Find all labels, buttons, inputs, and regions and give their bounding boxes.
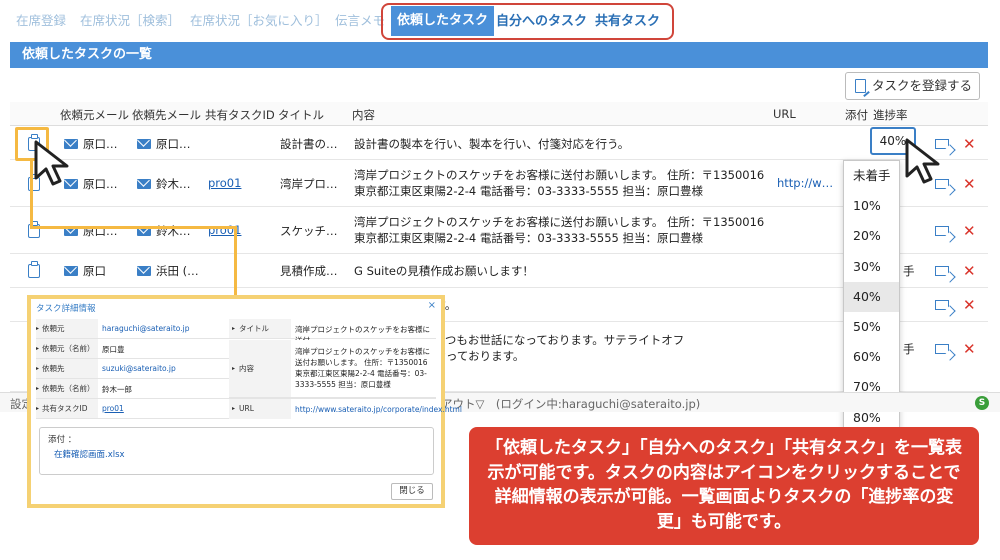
delete-icon[interactable]: ✕ xyxy=(963,298,976,313)
progress-option-selected[interactable]: 40% xyxy=(844,281,899,312)
table-row: 原口… 鈴木… pro01 スケッチ… 湾岸プロジェクトのスケッチをお客様に送付… xyxy=(10,207,988,254)
detail-label: 依頼元（名前） xyxy=(36,339,98,358)
progress-cell[interactable]: 手 xyxy=(903,263,915,279)
task-detail-dialog: タスク詳細情報 × 依頼元 haraguchi@sateraito.jp タイト… xyxy=(27,295,462,508)
connector-line xyxy=(30,226,237,229)
task-detail-icon[interactable] xyxy=(28,261,40,278)
detail-value: suzuki@sateraito.jp xyxy=(102,364,176,373)
detail-row: 依頼元 haraguchi@sateraito.jp タイトル 湾岸プロジェクト… xyxy=(36,319,436,345)
mail-icon[interactable] xyxy=(137,179,151,189)
progress-option[interactable]: 50% xyxy=(844,312,899,342)
progress-option[interactable]: 10% xyxy=(844,191,899,221)
detail-grid: 依頼元 haraguchi@sateraito.jp タイトル 湾岸プロジェクト… xyxy=(36,319,462,419)
progress-dropdown: 未着手 10% 20% 30% 40% 50% 60% 70% 80% xyxy=(843,160,900,430)
col-from-mail[interactable]: 依頼元メール xyxy=(60,107,129,123)
detail-label: 依頼元 xyxy=(36,319,98,338)
content-cell: 湾岸プロジェクトのスケッチをお客様に送付お願いします。 住所：〒1350016 … xyxy=(354,168,776,198)
table-row: 原口 浜田 (… 見積作成… G Suiteの見積作成お願いします！ 手 ✕ xyxy=(10,254,988,288)
col-url[interactable]: URL xyxy=(773,107,796,121)
url-link[interactable]: http://w… xyxy=(777,176,837,190)
login-status[interactable]: アウト▽ (ログイン中:haraguchi@sateraito.jp) xyxy=(441,396,700,412)
from-mail-cell: 原口 xyxy=(83,264,106,278)
delete-icon[interactable]: ✕ xyxy=(963,342,976,357)
mail-icon[interactable] xyxy=(137,266,151,276)
tab-memo[interactable]: 伝言メモ xyxy=(335,10,385,29)
to-mail-cell: 原口… xyxy=(156,137,191,151)
connector-line xyxy=(234,226,237,298)
attachment-file-link[interactable]: 在籍確認画面.xlsx xyxy=(54,448,125,460)
title-cell: 湾岸プロ… xyxy=(280,177,338,191)
mail-icon[interactable] xyxy=(64,266,78,276)
detail-value: haraguchi@sateraito.jp xyxy=(102,324,190,333)
detail-label: 依頼先（名前） xyxy=(36,379,98,398)
section-title: 依頼したタスクの一覧 xyxy=(10,42,988,68)
mail-icon[interactable] xyxy=(137,139,151,149)
col-content[interactable]: 内容 xyxy=(352,107,375,123)
from-mail-cell: 原口… xyxy=(83,137,118,151)
cursor-icon xyxy=(905,138,940,184)
col-title[interactable]: タイトル xyxy=(278,107,324,123)
forward-icon[interactable] xyxy=(935,344,949,354)
col-to-mail[interactable]: 依頼先メール xyxy=(132,107,201,123)
progress-option[interactable]: 未着手 xyxy=(844,161,899,191)
forward-icon[interactable] xyxy=(935,300,949,310)
feature-callout: 「依頼したタスク」「自分へのタスク」「共有タスク」を一覧表示が可能です。タスクの… xyxy=(469,427,979,545)
to-mail-cell: 鈴木… xyxy=(156,177,191,191)
progress-option[interactable]: 20% xyxy=(844,221,899,251)
attachment-box: 添付 ： 在籍確認画面.xlsx xyxy=(39,427,434,475)
content-cell: 設計書の製本を行い、製本を行い、付箋対応を行う。 xyxy=(354,137,630,151)
table-row: 原口… 鈴木… pro01 湾岸プロ… 湾岸プロジェクトのスケッチをお客様に送付… xyxy=(10,160,988,207)
close-button[interactable]: 閉じる xyxy=(391,483,433,500)
delete-icon[interactable]: ✕ xyxy=(963,137,976,152)
forward-icon[interactable] xyxy=(935,226,949,236)
shared-id-link[interactable]: pro01 xyxy=(208,176,258,190)
to-mail-cell: 浜田 (… xyxy=(156,264,199,278)
content-cell: 湾岸プロジェクトのスケッチをお客様に送付お願いします。 住所：〒1350016 … xyxy=(354,215,776,245)
progress-cell[interactable]: 手 xyxy=(903,341,915,357)
progress-option[interactable]: 30% xyxy=(844,252,899,282)
detail-label: タイトル xyxy=(229,319,291,338)
attachment-label: 添付 ： xyxy=(48,435,77,445)
app-badge-icon[interactable]: S xyxy=(975,396,989,410)
detail-value: 鈴木一郎 xyxy=(102,385,132,394)
detail-label: 依頼先 xyxy=(36,359,98,378)
table-header: 依頼元メール 依頼先メール 共有タスクID タイトル 内容 URL 添付 進捗率 xyxy=(10,102,988,126)
register-task-label: タスクを登録する xyxy=(872,78,973,93)
tab-presence-favorites[interactable]: 在席状況［お気に入り］ xyxy=(190,10,328,29)
col-shared-id[interactable]: 共有タスクID xyxy=(205,107,275,123)
close-icon[interactable]: × xyxy=(428,300,436,311)
detail-row: URL http://www.sateraito.jp/corporate/in… xyxy=(229,399,462,419)
detail-row: 内容 湾岸プロジェクトのスケッチをお客様に送付お願いします。 住所：〒13500… xyxy=(229,340,436,398)
detail-value[interactable]: pro01 xyxy=(102,404,124,413)
detail-value: 湾岸プロジェクトのスケッチをお客様に送付お願いします。 住所：〒1350016 … xyxy=(295,347,436,389)
title-cell: 設計書の… xyxy=(280,137,338,151)
from-mail-cell: 原口… xyxy=(83,177,118,191)
detail-label: URL xyxy=(229,399,291,419)
tab-presence-register[interactable]: 在席登録 xyxy=(16,10,66,29)
tab-presence-search[interactable]: 在席状況［検索］ xyxy=(80,10,180,29)
title-cell: 見積作成… xyxy=(280,264,338,278)
new-task-icon xyxy=(855,79,866,93)
progress-option[interactable]: 60% xyxy=(844,342,899,372)
col-progress[interactable]: 進捗率 xyxy=(873,107,908,123)
title-cell: スケッチ… xyxy=(280,224,338,238)
cursor-icon xyxy=(34,140,69,186)
detail-value: 原口豊 xyxy=(102,345,125,354)
delete-icon[interactable]: ✕ xyxy=(963,264,976,279)
table-row: 原口… 原口… 設計書の… 設計書の製本を行い、製本を行い、付箋対応を行う。 ✕ xyxy=(10,127,988,160)
detail-value[interactable]: http://www.sateraito.jp/corporate/index.… xyxy=(295,404,462,415)
delete-icon[interactable]: ✕ xyxy=(963,224,976,239)
tab-highlight-frame xyxy=(381,3,674,40)
col-attach[interactable]: 添付 xyxy=(845,107,868,123)
register-task-button[interactable]: タスクを登録する xyxy=(845,72,980,100)
dialog-title: タスク詳細情報 xyxy=(36,304,96,314)
detail-label: 内容 xyxy=(229,340,291,397)
content-cell: G Suiteの見積作成お願いします！ xyxy=(354,264,534,278)
detail-label: 共有タスクID xyxy=(36,399,98,418)
forward-icon[interactable] xyxy=(935,266,949,276)
delete-icon[interactable]: ✕ xyxy=(963,177,976,192)
